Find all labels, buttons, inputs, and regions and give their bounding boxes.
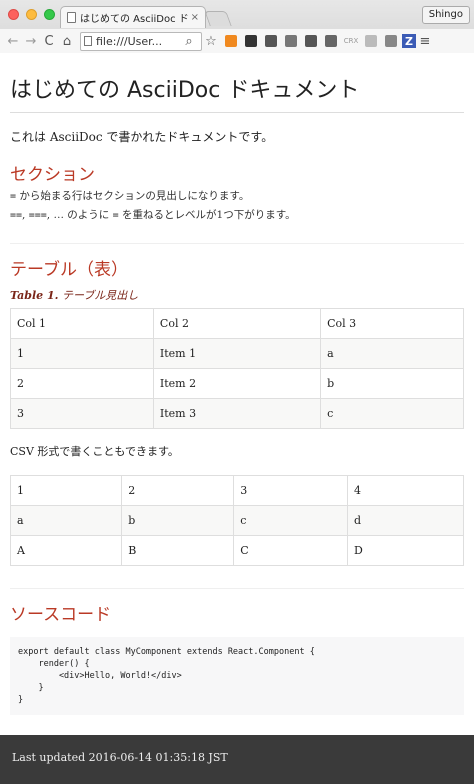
tab-title: はじめての AsciiDoc ドキュ — [80, 14, 188, 25]
table-cell: a — [9, 505, 123, 536]
table-cell: Col 1 — [10, 308, 154, 339]
table-cell: a — [320, 338, 464, 369]
document-icon — [67, 12, 76, 23]
extension-glyph — [225, 35, 237, 47]
table-cell: c — [320, 398, 464, 429]
page-title: はじめての AsciiDoc ドキュメント — [10, 77, 464, 113]
table-cell: c — [233, 505, 349, 536]
table-cell: Item 2 — [152, 368, 322, 399]
tab-close-icon[interactable]: × — [191, 12, 199, 23]
table-cell: 4 — [347, 475, 464, 506]
page-icon — [84, 36, 92, 46]
table-cell: 1 — [9, 475, 123, 506]
table-caption: Table 1. テーブル見出し — [10, 288, 464, 304]
table-row: 1 Item 1a — [10, 338, 464, 369]
paragraph-line-1: = から始まる行はセクションの見出しになります。 — [10, 187, 464, 206]
ext-crx-icon[interactable]: CRX — [342, 32, 360, 50]
extension-glyph — [245, 35, 257, 47]
table-cell: Item 1 — [152, 338, 322, 369]
ext-copy-icon[interactable] — [322, 32, 340, 50]
address-bar[interactable]: file:///User... ⌕ — [80, 31, 202, 51]
browser-tab[interactable]: はじめての AsciiDoc ドキュ × — [60, 6, 206, 28]
zoom-window-button[interactable] — [44, 9, 55, 20]
menu-icon[interactable]: ≡ — [416, 32, 434, 50]
table-cell: D — [347, 535, 464, 566]
browser-chrome: はじめての AsciiDoc ドキュ × Shingo ← → C ⌂ file… — [0, 0, 474, 53]
last-updated-text: Last updated 2016-06-14 01:35:18 JST — [12, 751, 228, 764]
table-row: 2 Item 2b — [10, 368, 464, 399]
table-cell: B — [121, 535, 235, 566]
extension-glyph — [285, 35, 297, 47]
table-cell: b — [320, 368, 464, 399]
extension-glyph — [305, 35, 317, 47]
close-window-button[interactable] — [8, 9, 19, 20]
extension-glyph — [265, 35, 277, 47]
text: , … のように — [46, 209, 113, 221]
table-cell: 3 — [233, 475, 349, 506]
table-row: abcd — [9, 505, 464, 536]
browser-toolbar: ← → C ⌂ file:///User... ⌕ ☆ CRX Z ≡ — [0, 29, 474, 53]
code-block: export default class MyComponent extends… — [10, 637, 464, 715]
table-cell: 2 — [10, 368, 154, 399]
table-row: Col 1 Col 2 Col 3 — [10, 308, 464, 339]
back-arrow-icon[interactable]: ← — [4, 32, 22, 50]
table-cell: 2 — [121, 475, 235, 506]
table-cell: Col 2 — [152, 308, 322, 339]
data-table-1: Col 1 Col 2 Col 3 1 Item 1 a 2 Item 2 b 3 Item 3c — [10, 308, 464, 429]
data-table-2: 1234abcdABCD — [9, 475, 464, 566]
reload-icon[interactable]: C — [40, 32, 58, 50]
text: から始まる行はセクションの見出しになります。 — [16, 190, 250, 202]
table-cell: Item 3 — [152, 398, 322, 429]
new-tab-button[interactable] — [204, 11, 232, 26]
table-row: 3 Item 3c — [10, 398, 464, 429]
table-cell: 1 — [10, 338, 154, 369]
url-text: file:///User... — [96, 34, 163, 48]
home-icon[interactable]: ⌂ — [58, 32, 76, 50]
ext-cast-icon[interactable] — [282, 32, 300, 50]
ext-clipboard-icon[interactable] — [302, 32, 320, 50]
table-cell: b — [121, 505, 235, 536]
lead-paragraph: これは AsciiDoc で書かれたドキュメントです。 — [10, 130, 274, 144]
table-row: 1234 — [9, 475, 464, 506]
extension-glyph — [325, 35, 337, 47]
text: , — [22, 209, 29, 221]
ext-page-icon[interactable] — [362, 32, 380, 50]
ext-orange-icon[interactable] — [222, 32, 240, 50]
ext-mask-icon[interactable] — [242, 32, 260, 50]
csv-note: CSV 形式で書くこともできます。 — [10, 445, 179, 458]
section-divider — [10, 243, 464, 244]
table-cell: Col 3 — [320, 308, 464, 339]
footer: Last updated 2016-06-14 01:35:18 JST — [0, 735, 474, 784]
extension-glyph — [385, 35, 397, 47]
forward-arrow-icon[interactable]: → — [22, 32, 40, 50]
extension-glyph — [365, 35, 377, 47]
inline-code: === — [28, 210, 47, 221]
ext-z-icon[interactable]: Z — [402, 34, 416, 48]
minimize-window-button[interactable] — [26, 9, 37, 20]
ext-eye-icon[interactable] — [262, 32, 280, 50]
table-cell: A — [9, 535, 123, 566]
caption-label: Table 1. — [10, 289, 59, 302]
section-paragraph: = から始まる行はセクションの見出しになります。 ==, ===, … のように… — [10, 187, 464, 225]
table-cell: C — [233, 535, 349, 566]
table-row: ABCD — [9, 535, 464, 566]
text: を重ねるとレベルが1つ下がります。 — [118, 209, 296, 221]
inline-code: == — [10, 210, 23, 221]
section-heading-section: セクション — [10, 165, 95, 185]
section-heading-source-code: ソースコード — [10, 605, 112, 625]
extensions-bar: CRX Z — [222, 32, 416, 50]
section-divider — [10, 588, 464, 589]
table-cell: d — [347, 505, 464, 536]
table-cell: 3 — [10, 398, 154, 429]
ext-paint-icon[interactable] — [382, 32, 400, 50]
paragraph-line-2: ==, ===, … のように = を重ねるとレベルが1つ下がります。 — [10, 206, 464, 225]
window-controls — [8, 9, 55, 20]
zoom-icon[interactable]: ⌕ — [180, 32, 198, 50]
profile-button[interactable]: Shingo — [421, 6, 470, 24]
bookmark-star-icon[interactable]: ☆ — [202, 32, 220, 50]
caption-text: テーブル見出し — [58, 289, 139, 302]
section-heading-table: テーブル（表） — [10, 260, 128, 280]
document-body: はじめての AsciiDoc ドキュメント これは AsciiDoc で書かれた… — [9, 53, 464, 715]
